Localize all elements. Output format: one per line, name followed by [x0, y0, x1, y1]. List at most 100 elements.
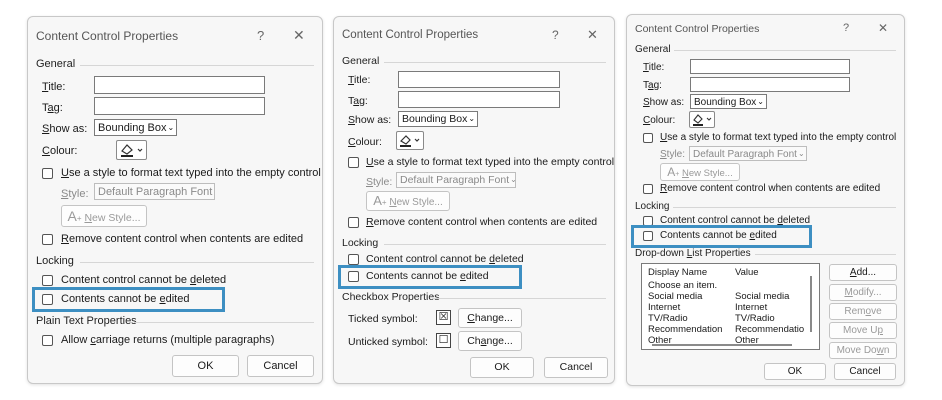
allow-returns-label: Allow carriage returns (multiple paragra… [61, 334, 275, 346]
unticked-change-button[interactable]: Change... [458, 331, 522, 351]
cannot-delete-checkbox[interactable] [348, 254, 359, 265]
style-select[interactable]: Default Paragraph Font⌄ [689, 146, 807, 161]
section-plain-text-properties: Plain Text Properties [36, 315, 137, 327]
style-select[interactable]: Default Paragraph Font⌄ [396, 172, 516, 188]
cancel-button[interactable]: Cancel [544, 357, 608, 378]
section-general: General [635, 44, 671, 55]
tag-input[interactable] [94, 97, 265, 115]
highlight-box [32, 287, 225, 312]
colour-picker-button[interactable] [689, 111, 715, 128]
colour-picker-button[interactable] [396, 131, 424, 150]
new-style-button[interactable]: A+ New Style... [366, 191, 450, 211]
tag-input[interactable] [398, 91, 560, 108]
show-as-label: Show as: [643, 97, 685, 108]
dropdown-list[interactable]: Display Name Value Choose an item. Socia… [641, 263, 820, 350]
list-item[interactable]: TV/Radio [648, 313, 688, 324]
chevron-down-icon: ⌄ [757, 97, 764, 106]
new-style-button[interactable]: A+ New Style... [61, 205, 147, 227]
chevron-down-icon: ⌄ [213, 184, 214, 199]
use-style-checkbox[interactable] [42, 168, 53, 179]
use-style-label: Use a style to format text typed into th… [660, 132, 897, 143]
dialog-checkbox: Content Control Properties ? ✕ General T… [333, 16, 615, 384]
modify-button[interactable]: Modify... [829, 284, 897, 301]
ticked-symbol-label: Ticked symbol: [348, 313, 418, 325]
use-style-checkbox[interactable] [643, 133, 653, 143]
title-label: Title: [348, 74, 371, 86]
dialog-title: Content Control Properties [36, 29, 179, 43]
tag-input[interactable] [690, 77, 850, 92]
colour-picker-button[interactable] [116, 140, 147, 160]
use-style-label: Use a style to format text typed into th… [366, 156, 615, 168]
title-input[interactable] [398, 71, 560, 88]
title-input[interactable] [94, 76, 265, 94]
remove-when-edited-label: Remove content control when contents are… [366, 216, 598, 228]
dialog-title: Content Control Properties [635, 23, 760, 35]
ticked-change-button[interactable]: Change... [458, 308, 522, 328]
chevron-down-icon: ⌄ [468, 114, 476, 123]
remove-when-edited-checkbox[interactable] [348, 217, 359, 228]
list-item[interactable]: Choose an item. [648, 280, 717, 291]
allow-returns-checkbox[interactable] [42, 335, 53, 346]
divider [674, 50, 896, 51]
help-button[interactable]: ? [552, 28, 559, 42]
vertical-scrollbar[interactable] [810, 276, 812, 332]
section-locking: Locking [635, 201, 670, 212]
style-select[interactable]: Default Paragraph Font⌄ [94, 183, 215, 200]
divider [432, 298, 606, 299]
list-item[interactable]: Social media [648, 291, 702, 302]
dialog-dropdown: Content Control Properties ? ✕ General T… [626, 14, 905, 386]
remove-when-edited-checkbox[interactable] [42, 234, 53, 245]
divider [134, 322, 314, 323]
move-up-button[interactable]: Move Up [829, 322, 897, 339]
colour-label: Colour: [643, 115, 676, 126]
dialog-title: Content Control Properties [342, 29, 479, 41]
add-button[interactable]: Add... [829, 264, 897, 281]
horizontal-scrollbar[interactable] [652, 344, 792, 346]
section-checkbox-properties: Checkbox Properties [342, 291, 440, 303]
colour-label: Colour: [348, 136, 382, 148]
list-item-value: TV/Radio [735, 313, 775, 324]
show-as-select[interactable]: Bounding Box⌄ [690, 94, 767, 109]
ok-button[interactable]: OK [172, 355, 239, 377]
ticked-symbol-icon: ☒ [436, 310, 451, 325]
column-header-display-name: Display Name [648, 267, 708, 278]
divider [755, 254, 896, 255]
tag-label: Tag: [348, 95, 368, 107]
remove-when-edited-label: Remove content control when contents are… [660, 183, 881, 194]
show-as-label: Show as: [348, 114, 392, 126]
list-item-value: Internet [735, 302, 768, 313]
cancel-button[interactable]: Cancel [247, 355, 314, 377]
highlight-box [338, 265, 522, 289]
remove-when-edited-label: Remove content control when contents are… [61, 233, 304, 245]
list-item[interactable]: Recommendation [648, 324, 722, 335]
remove-button[interactable]: Remove [829, 303, 897, 320]
ok-button[interactable]: OK [764, 363, 826, 380]
use-style-checkbox[interactable] [348, 157, 359, 168]
help-button[interactable]: ? [257, 28, 264, 43]
close-icon[interactable]: ✕ [878, 21, 888, 35]
section-dropdown-properties: Drop-down List Properties [635, 248, 751, 259]
show-as-select[interactable]: Bounding Box⌄ [94, 119, 177, 136]
new-style-button[interactable]: A+ New Style... [660, 163, 740, 181]
close-icon[interactable]: ✕ [293, 27, 305, 44]
style-label: Style: [660, 149, 686, 160]
show-as-select[interactable]: Bounding Box⌄ [398, 111, 478, 127]
move-down-button[interactable]: Move Down [829, 342, 897, 359]
chevron-down-icon: ⌄ [167, 123, 175, 132]
title-input[interactable] [690, 59, 850, 74]
divider [384, 62, 606, 63]
cancel-button[interactable]: Cancel [834, 363, 896, 380]
help-button[interactable]: ? [843, 22, 849, 34]
tag-label: Tag: [42, 102, 63, 114]
list-item[interactable]: Internet [648, 302, 680, 313]
chevron-down-icon: ⌄ [510, 173, 515, 187]
close-icon[interactable]: ✕ [587, 27, 598, 43]
remove-when-edited-checkbox[interactable] [643, 184, 653, 194]
ok-button[interactable]: OK [470, 357, 534, 378]
section-locking: Locking [36, 255, 74, 267]
use-style-label: Use a style to format text typed into th… [61, 167, 321, 179]
divider [80, 65, 314, 66]
section-general: General [36, 58, 76, 70]
cannot-delete-checkbox[interactable] [42, 275, 53, 286]
show-as-label: Show as: [42, 123, 88, 135]
